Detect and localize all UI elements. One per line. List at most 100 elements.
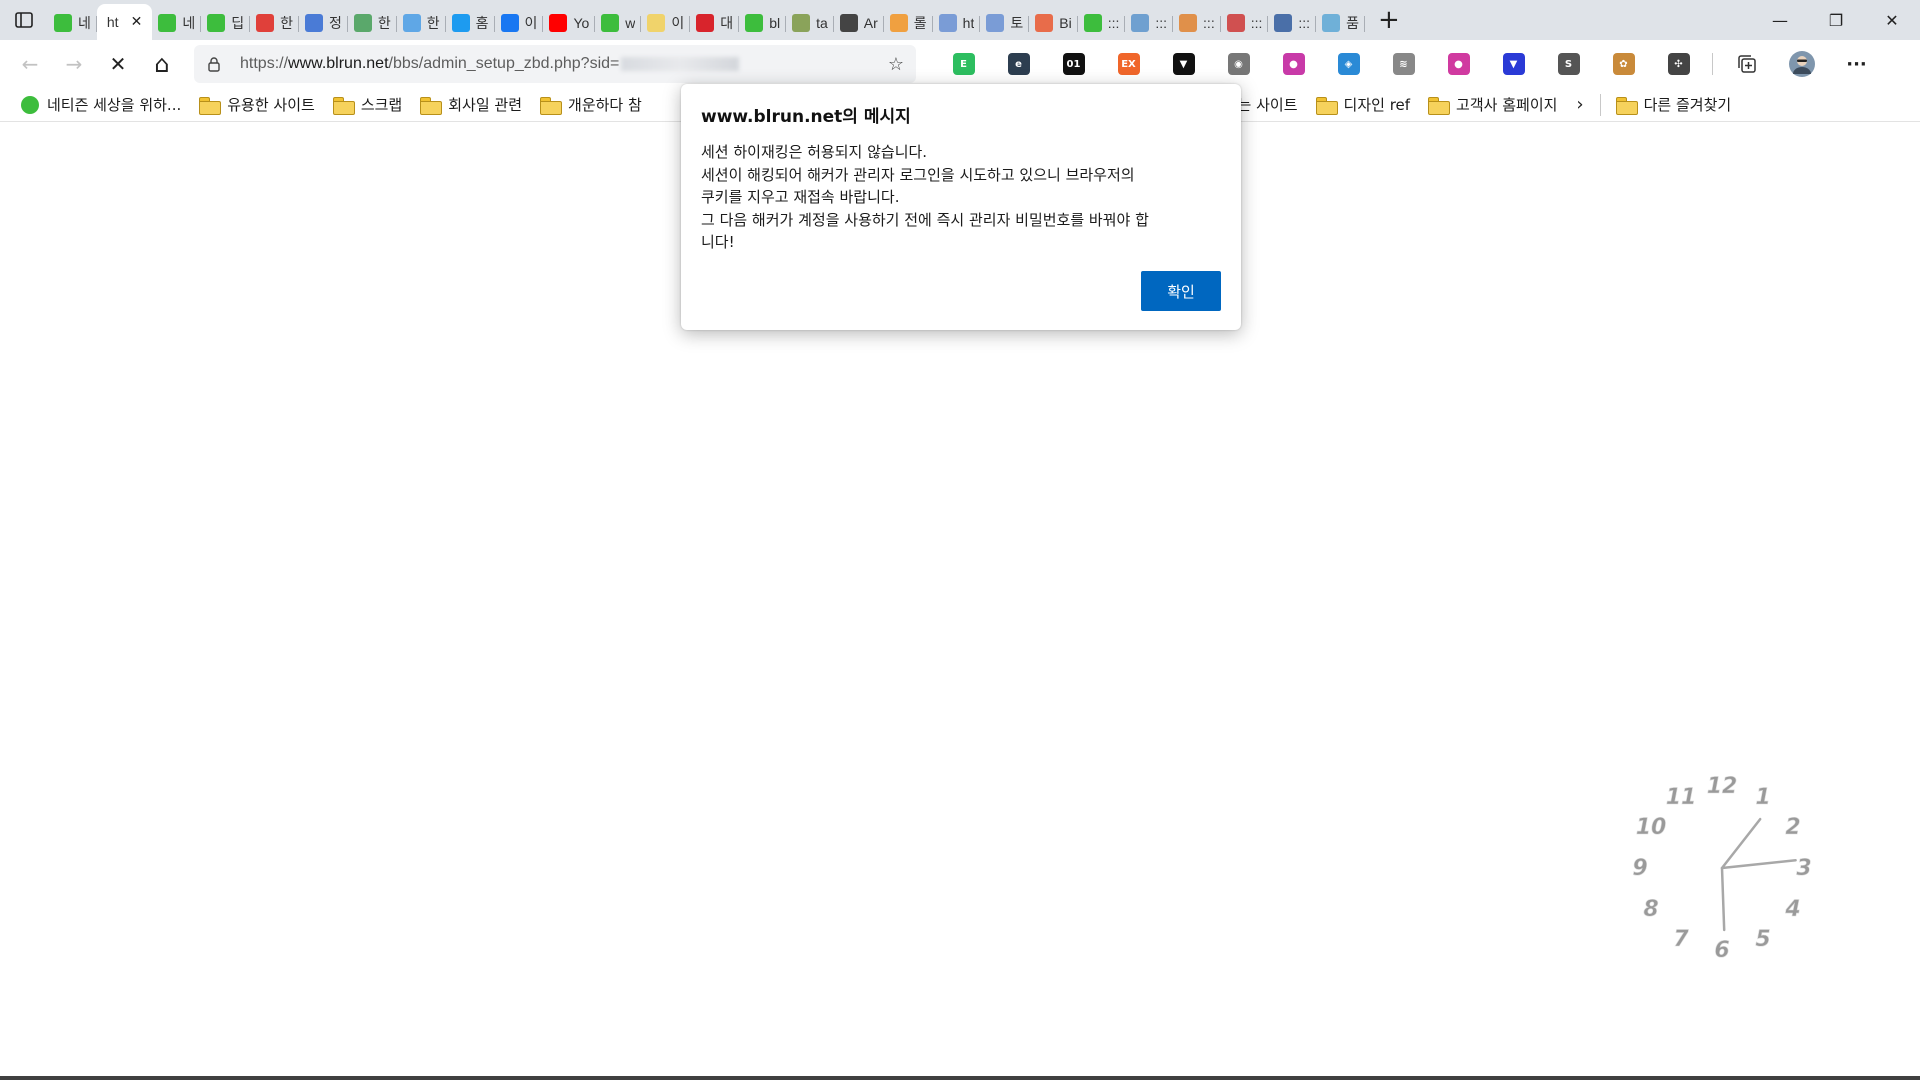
- bookmark-item-7[interactable]: 디자인 ref: [1307, 90, 1420, 120]
- profile-button[interactable]: [1774, 44, 1829, 84]
- bookmark-item-1[interactable]: 유용한 사이트: [190, 90, 324, 120]
- tab-label: 정: [328, 15, 342, 31]
- tab-20[interactable]: Bi: [1029, 6, 1078, 40]
- tab-15[interactable]: ta: [786, 6, 834, 40]
- extension-button-7[interactable]: ◈: [1321, 44, 1376, 84]
- tab-0[interactable]: 네: [48, 6, 97, 40]
- extensions-puzzle-icon: ✣: [1667, 53, 1690, 75]
- alert-dialog: www.blrun.net의 메시지 세션 하이재킹은 허용되지 않습니다. 세션…: [681, 84, 1241, 330]
- tab-21[interactable]: :::: [1078, 6, 1126, 40]
- dialog-line: 세션이 해킹되어 해커가 관리자 로그인을 시도하고 있으니 브라우저의: [701, 165, 1135, 184]
- ok-button[interactable]: 확인: [1141, 271, 1221, 311]
- tab-label: bl: [769, 15, 781, 31]
- tab-label: 한: [280, 15, 293, 31]
- tab-18[interactable]: ht: [933, 6, 981, 40]
- back-button[interactable]: ←: [8, 44, 52, 84]
- tab-12[interactable]: 이: [641, 6, 691, 40]
- tab-25[interactable]: :::: [1268, 6, 1316, 40]
- minimize-button[interactable]: —: [1752, 0, 1808, 40]
- tab-5[interactable]: 정: [299, 6, 348, 40]
- nh-icon: [986, 14, 1005, 32]
- tab-26[interactable]: 품: [1316, 6, 1365, 40]
- toolbar-separator: [1712, 53, 1713, 75]
- extension-button-12[interactable]: ✿: [1596, 44, 1651, 84]
- extension-button-6[interactable]: ●: [1266, 44, 1321, 84]
- bookmark-item-4[interactable]: 개운하다 참: [531, 90, 651, 120]
- collections-button[interactable]: [1719, 44, 1774, 84]
- tab-2[interactable]: 네: [152, 6, 202, 40]
- tab-8[interactable]: 홈: [446, 6, 495, 40]
- bookmarks-separator: [1599, 93, 1601, 116]
- forward-button[interactable]: →: [52, 44, 96, 84]
- address-bar[interactable]: https://www.blrun.net/bbs/admin_setup_zb…: [194, 45, 916, 83]
- extension-button-1[interactable]: e: [991, 44, 1046, 84]
- tab-1[interactable]: ht ✕: [96, 4, 153, 40]
- tab-close-icon[interactable]: ✕: [131, 14, 143, 30]
- nh-icon: [938, 14, 957, 32]
- close-window-button[interactable]: ✕: [1864, 0, 1920, 40]
- clock-number: 12: [1707, 774, 1738, 799]
- circle-logo-icon: [1035, 14, 1054, 32]
- tab-24[interactable]: :::: [1221, 6, 1269, 40]
- extension-button-8[interactable]: ≋: [1376, 44, 1431, 84]
- tab-23[interactable]: :::: [1173, 6, 1221, 40]
- leaf-icon: [792, 14, 811, 32]
- bookmark-item-0[interactable]: 네티즌 세상을 위하...: [12, 90, 190, 120]
- tab-7[interactable]: 한: [397, 6, 446, 40]
- tab-13[interactable]: 대: [690, 6, 740, 40]
- restore-button[interactable]: ❐: [1808, 0, 1864, 40]
- bookmark-item-3[interactable]: 회사일 관련: [411, 90, 531, 120]
- tab-label: Yo: [573, 15, 590, 31]
- tab-11[interactable]: w: [595, 6, 642, 40]
- color-picker-icon: ●: [1282, 53, 1305, 75]
- tab-16[interactable]: Ar: [834, 6, 884, 40]
- extension-button-3[interactable]: EX: [1101, 44, 1156, 84]
- lock-icon[interactable]: [206, 56, 222, 72]
- tab-label: :::: [1250, 15, 1263, 31]
- z-logo-icon: [304, 14, 323, 32]
- extension-button-10[interactable]: ▼: [1486, 44, 1541, 84]
- folder-icon: [1615, 96, 1638, 115]
- extension-button-11[interactable]: S: [1541, 44, 1596, 84]
- collections-icon: [1737, 55, 1756, 73]
- tab-4[interactable]: 한: [250, 6, 299, 40]
- tab-9[interactable]: 이: [495, 6, 544, 40]
- extension-button-9[interactable]: ●: [1431, 44, 1486, 84]
- extension-button-4[interactable]: ▼: [1156, 44, 1211, 84]
- tab-3[interactable]: 딥: [201, 6, 250, 40]
- extension-button-13[interactable]: ✣: [1651, 44, 1706, 84]
- extension-button-0[interactable]: E: [936, 44, 991, 84]
- clock-number: 3: [1796, 856, 1811, 881]
- tab-actions-button[interactable]: [0, 0, 48, 40]
- more-bookmarks-chevron-icon[interactable]: ›: [1566, 94, 1593, 115]
- add-favorite-star-icon[interactable]: ☆: [888, 54, 904, 75]
- url-text[interactable]: https://www.blrun.net/bbs/admin_setup_zb…: [240, 55, 740, 73]
- new-tab-button[interactable]: +: [1369, 0, 1409, 40]
- colorzilla-icon: ●: [1447, 53, 1470, 75]
- extension-button-2[interactable]: 01: [1046, 44, 1101, 84]
- clock-number: 9: [1632, 856, 1647, 881]
- home-button[interactable]: ⌂: [140, 44, 184, 84]
- tab-22[interactable]: :::: [1125, 6, 1173, 40]
- clock-number: 2: [1785, 815, 1800, 840]
- settings-more-button[interactable]: ···: [1829, 44, 1884, 84]
- extensions-row: Ee 01 EX ▼ ◉ ● ◈ ≋ ● ▼ S ✿ ✣: [936, 44, 1706, 84]
- tab-17[interactable]: 롤: [884, 6, 933, 40]
- taskbar-edge: [0, 1076, 1920, 1080]
- e-circle-icon: e: [1007, 53, 1030, 75]
- n-logo-icon: [256, 14, 275, 32]
- bookmark-item-2[interactable]: 스크랩: [324, 90, 411, 120]
- tab-10[interactable]: Yo: [543, 6, 596, 40]
- tab-14[interactable]: bl: [739, 6, 787, 40]
- clock-number: 1: [1755, 785, 1770, 810]
- tab-19[interactable]: 토: [980, 6, 1030, 40]
- stop-loading-button[interactable]: ✕: [96, 44, 140, 84]
- folder-icon: [420, 96, 443, 115]
- bookmark-item-9[interactable]: 다른 즐겨찾기: [1607, 90, 1741, 120]
- hex-icon: [889, 14, 908, 32]
- tab-6[interactable]: 한: [348, 6, 397, 40]
- bookmark-item-8[interactable]: 고객사 홈페이지: [1419, 90, 1566, 120]
- note-icon: [647, 14, 666, 32]
- extension-button-5[interactable]: ◉: [1211, 44, 1266, 84]
- clock-second-hand: [1720, 866, 1726, 932]
